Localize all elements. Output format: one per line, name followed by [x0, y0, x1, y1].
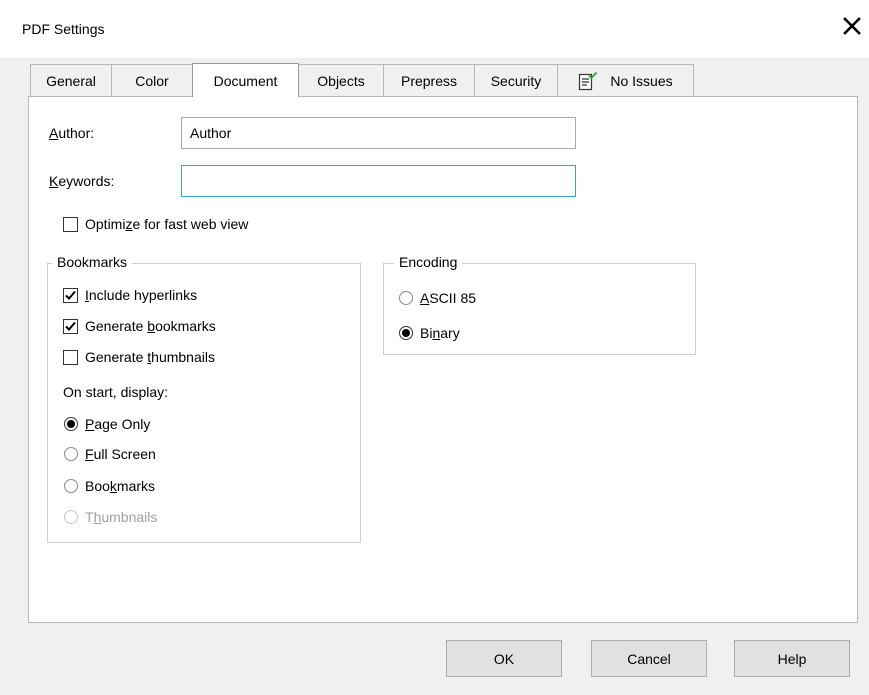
author-field[interactable] [181, 117, 576, 149]
radio-full-screen[interactable]: Full Screen [64, 446, 156, 462]
tab-label: Color [135, 72, 169, 89]
thumbnails-option-label: Thumbnails [85, 509, 158, 525]
author-label: Author: [49, 125, 95, 141]
document-tab-panel: Author: Keywords: Optimize for fast web … [28, 96, 858, 623]
radio-ascii85[interactable]: ASCII 85 [399, 290, 476, 306]
pdf-settings-dialog: PDF Settings General Color Document Obje… [0, 0, 869, 695]
tab-label: General [46, 72, 96, 89]
tab-no-issues[interactable]: No Issues [557, 64, 694, 96]
encoding-group [383, 263, 696, 355]
radio-circle [399, 291, 413, 305]
radio-circle [64, 447, 78, 461]
generate-bookmarks-checkbox[interactable]: Generate bookmarks [63, 318, 216, 334]
tab-prepress[interactable]: Prepress [383, 64, 475, 96]
keywords-field[interactable] [181, 165, 576, 197]
tab-label: Prepress [400, 72, 458, 89]
cancel-button[interactable]: Cancel [591, 640, 707, 677]
checkbox-box [63, 216, 78, 232]
checkmark-icon [65, 290, 76, 300]
bookmarks-option-label: Bookmarks [85, 478, 156, 494]
generate-thumbnails-checkbox[interactable]: Generate thumbnails [63, 349, 215, 365]
generate-thumbnails-label: Generate thumbnails [85, 349, 215, 365]
generate-bookmarks-label: Generate bookmarks [85, 318, 216, 334]
checklist-ok-icon [578, 71, 598, 91]
ok-button[interactable]: OK [446, 640, 562, 677]
bookmarks-group [47, 263, 361, 543]
window-title: PDF Settings [22, 21, 105, 37]
tab-color[interactable]: Color [111, 64, 193, 96]
radio-circle [64, 417, 78, 431]
radio-page-only[interactable]: Page Only [64, 416, 150, 432]
title-bar: PDF Settings [0, 0, 869, 58]
optimize-label: Optimize for fast web view [85, 216, 249, 232]
close-icon [836, 10, 868, 42]
tab-general[interactable]: General [30, 64, 112, 96]
radio-binary[interactable]: Binary [399, 325, 460, 341]
on-start-display-label: On start, display: [63, 384, 169, 400]
radio-circle [399, 326, 413, 340]
include-hyperlinks-label: Include hyperlinks [85, 287, 198, 303]
tab-label: No Issues [610, 72, 673, 89]
tab-security[interactable]: Security [474, 64, 558, 96]
checkmark-icon [65, 321, 76, 331]
close-button[interactable] [836, 10, 868, 42]
radio-circle [64, 479, 78, 493]
checkbox-box [63, 287, 78, 303]
checkbox-box [63, 349, 78, 365]
page-only-label: Page Only [85, 416, 151, 432]
tab-label: Document [213, 72, 278, 89]
encoding-legend: Encoding [394, 254, 463, 270]
tab-objects[interactable]: Objects [298, 64, 384, 96]
full-screen-label: Full Screen [85, 446, 156, 462]
tab-document[interactable]: Document [192, 63, 299, 97]
radio-bookmarks[interactable]: Bookmarks [64, 478, 155, 494]
bookmarks-legend: Bookmarks [52, 254, 133, 270]
tab-label: Objects [317, 72, 365, 89]
help-button[interactable]: Help [734, 640, 850, 677]
ascii85-label: ASCII 85 [420, 290, 477, 306]
binary-label: Binary [420, 325, 460, 341]
optimize-fast-web-view-checkbox[interactable]: Optimize for fast web view [63, 216, 248, 232]
keywords-label: Keywords: [49, 173, 115, 189]
radio-circle [64, 510, 78, 524]
tab-label: Security [490, 72, 542, 89]
radio-thumbnails[interactable]: Thumbnails [64, 509, 157, 525]
checkbox-box [63, 318, 78, 334]
include-hyperlinks-checkbox[interactable]: Include hyperlinks [63, 287, 197, 303]
